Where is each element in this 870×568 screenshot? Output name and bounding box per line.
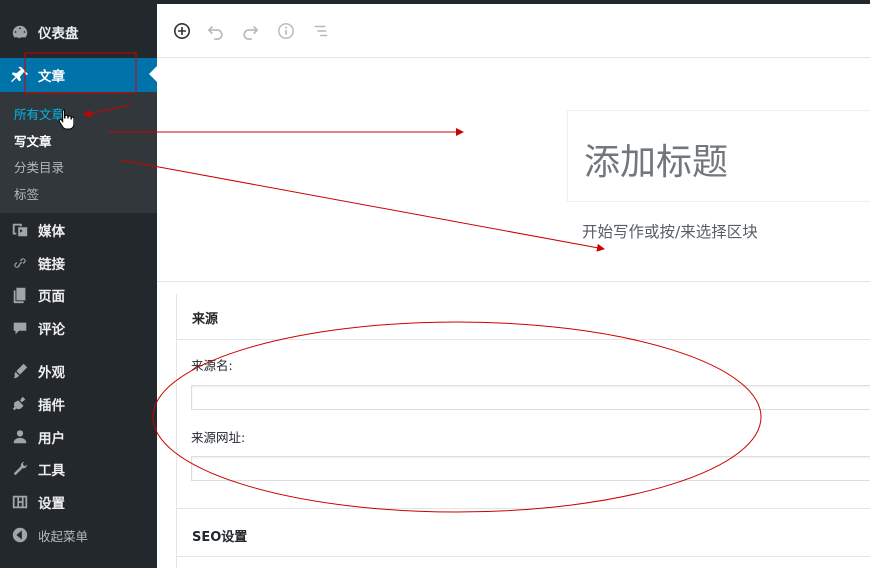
sidebar-item-label: 媒体 <box>38 224 65 240</box>
sidebar-item-label: 文章 <box>38 69 65 85</box>
collapse-menu-button[interactable]: 收起菜单 <box>0 519 157 551</box>
source-name-label: 来源名: <box>191 358 233 373</box>
undo-button[interactable] <box>206 21 226 41</box>
sidebar-item-users[interactable]: 用户 <box>0 421 157 453</box>
wordpress-editor-page: 仪表盘 文章 所有文章 写文章 分类目录 标签 媒体 链接 页面 评论 外观 插… <box>0 0 870 568</box>
block-placeholder[interactable]: 开始写作或按/来选择区块 <box>582 220 758 242</box>
source-url-label: 来源网址: <box>191 430 246 445</box>
sidebar-item-label: 收起菜单 <box>38 528 89 544</box>
outline-button[interactable] <box>311 21 331 41</box>
page-icon <box>11 286 29 304</box>
sidebar-item-plugins[interactable]: 插件 <box>0 388 157 420</box>
source-url-input[interactable] <box>191 456 870 481</box>
source-metabox-title[interactable]: 来源 <box>192 308 218 327</box>
metabox-divider <box>177 339 870 340</box>
collapse-icon <box>11 526 29 544</box>
submenu-item-all-posts[interactable]: 所有文章 <box>14 104 64 123</box>
submenu-item-categories[interactable]: 分类目录 <box>14 157 64 176</box>
sidebar-item-dashboard[interactable]: 仪表盘 <box>0 16 157 48</box>
redo-icon <box>243 25 259 40</box>
sidebar-item-label: 评论 <box>38 322 65 338</box>
sidebar-item-label: 外观 <box>38 365 65 381</box>
sidebar-item-media[interactable]: 媒体 <box>0 214 157 246</box>
sidebar-item-label: 用户 <box>38 431 65 447</box>
sidebar-item-tools[interactable]: 工具 <box>0 453 157 485</box>
dashboard-icon <box>11 23 29 41</box>
metabox-area: 来源 来源名: 来源网址: SEO设置 <box>176 294 870 568</box>
sidebar-item-pages[interactable]: 页面 <box>0 279 157 311</box>
add-block-icon <box>173 22 191 40</box>
source-name-input[interactable] <box>191 385 870 410</box>
info-icon <box>278 23 294 39</box>
sidebar-item-label: 页面 <box>38 289 65 305</box>
pin-icon <box>11 66 29 84</box>
outline-icon <box>314 25 328 37</box>
post-title-placeholder: 添加标题 <box>584 142 729 183</box>
sidebar-item-links[interactable]: 链接 <box>0 247 157 279</box>
editor-toolbar <box>157 4 870 58</box>
editor-divider <box>157 281 870 282</box>
settings-icon <box>11 493 29 511</box>
redo-button[interactable] <box>240 21 260 41</box>
sidebar-item-label: 仪表盘 <box>38 26 79 42</box>
post-title-input[interactable]: 添加标题 <box>567 110 870 202</box>
media-icon <box>11 221 29 239</box>
link-icon <box>11 254 29 272</box>
metabox-divider <box>177 556 870 557</box>
sidebar-item-appearance[interactable]: 外观 <box>0 355 157 387</box>
sidebar-item-comments[interactable]: 评论 <box>0 312 157 344</box>
submenu-item-new-post[interactable]: 写文章 <box>14 131 52 150</box>
user-icon <box>11 428 29 446</box>
active-indicator <box>149 66 157 82</box>
metabox-divider <box>177 508 870 509</box>
sidebar-item-settings[interactable]: 设置 <box>0 486 157 518</box>
wrench-icon <box>11 460 29 478</box>
seo-metabox-title[interactable]: SEO设置 <box>192 526 247 545</box>
appearance-icon <box>11 362 29 380</box>
submenu-item-tags[interactable]: 标签 <box>14 184 39 203</box>
sidebar-item-label: 设置 <box>38 496 65 512</box>
add-block-button[interactable] <box>172 21 192 41</box>
undo-icon <box>207 25 223 40</box>
info-button[interactable] <box>276 21 296 41</box>
annotation-arrow <box>120 159 605 252</box>
sidebar-item-label: 插件 <box>38 398 65 414</box>
sidebar-item-label: 链接 <box>38 257 65 273</box>
sidebar-item-posts[interactable]: 文章 <box>0 58 157 92</box>
comment-icon <box>11 319 29 337</box>
admin-sidebar: 仪表盘 文章 所有文章 写文章 分类目录 标签 媒体 链接 页面 评论 外观 插… <box>0 0 157 568</box>
hand-cursor-icon <box>58 109 74 130</box>
plugin-icon <box>11 395 29 413</box>
sidebar-item-label: 工具 <box>38 463 65 479</box>
posts-submenu: 所有文章 写文章 分类目录 标签 <box>0 92 157 213</box>
